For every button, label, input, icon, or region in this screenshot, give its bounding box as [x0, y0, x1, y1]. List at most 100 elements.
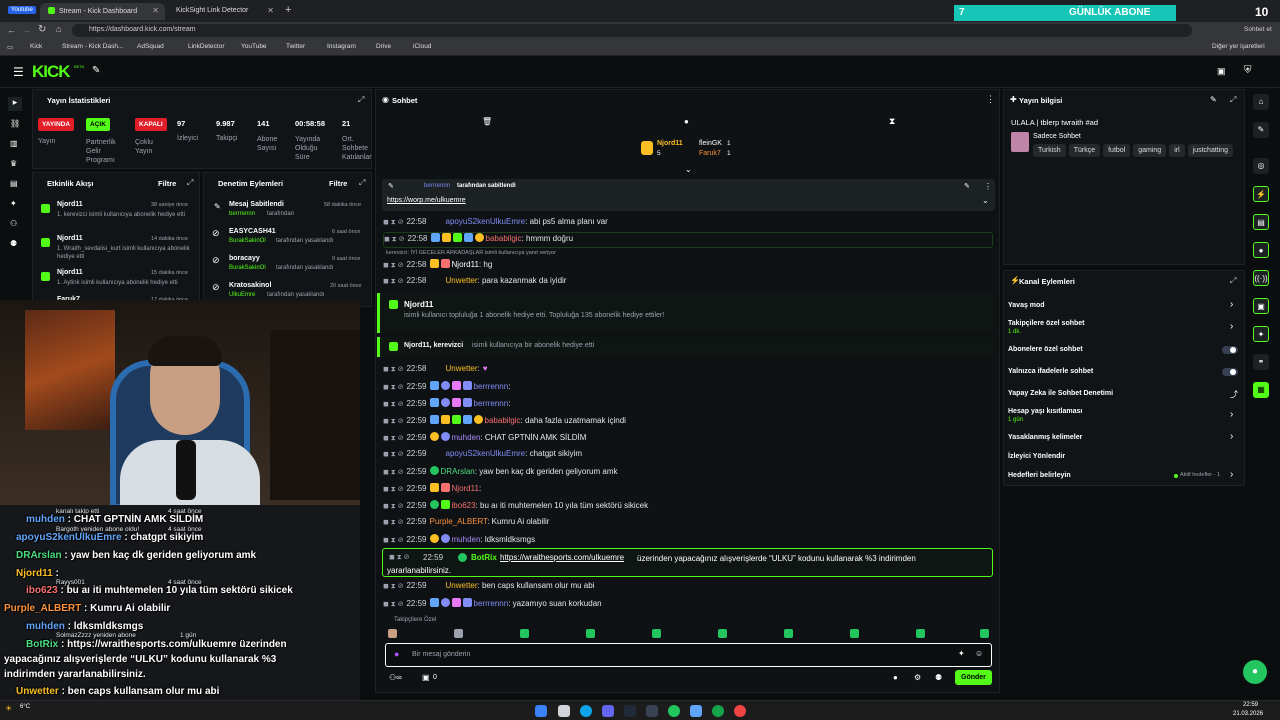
- gift-icon[interactable]: ▦: [1253, 382, 1269, 398]
- other-bookmarks[interactable]: Diğer yer işaretleri: [1212, 43, 1265, 50]
- mod-tools-icon[interactable]: ◼ ⧗ ⊘: [383, 503, 403, 510]
- msg-user[interactable]: apoyuS2kenUlkuEmre: [446, 217, 526, 226]
- msg-user[interactable]: DRArslan: [441, 467, 475, 476]
- bookmark-item[interactable]: iCloud: [413, 43, 431, 50]
- action-subs-only[interactable]: Abonelere özel sohbet: [1008, 346, 1083, 353]
- emote-icon[interactable]: [652, 629, 661, 638]
- users-icon[interactable]: ⚇: [10, 219, 17, 228]
- bookmark-item[interactable]: Kick: [30, 43, 42, 50]
- action-followers-only[interactable]: Takipçilere özel sohbet: [1008, 320, 1085, 327]
- expand-icon[interactable]: ⤢: [358, 95, 364, 105]
- category-name[interactable]: Sadece Sohbet: [1033, 133, 1081, 140]
- edit-icon[interactable]: ✎: [1210, 95, 1217, 104]
- chart-icon[interactable]: ▥: [10, 139, 18, 148]
- action-banned-words[interactable]: Yasaklanmış kelimeler: [1008, 434, 1082, 441]
- emoji-icon[interactable]: ☺: [975, 649, 983, 658]
- mod-tools-icon[interactable]: ◼ ⧗ ⊘: [383, 401, 403, 408]
- subs-only-toggle[interactable]: [1222, 346, 1238, 354]
- mod-tools-icon[interactable]: ◼ ⧗ ⊘: [383, 278, 403, 285]
- group-icon[interactable]: ⚉: [10, 239, 17, 248]
- gift-user[interactable]: Njord11: [404, 300, 433, 309]
- tag-item[interactable]: justchatting: [1187, 144, 1234, 157]
- moderation-filter[interactable]: Filtre: [329, 179, 347, 188]
- msg-user[interactable]: berrrennn: [474, 382, 509, 391]
- edge-icon[interactable]: [580, 705, 592, 717]
- bookmark-item[interactable]: AdSquad: [137, 43, 164, 50]
- kick-logo[interactable]: KICK: [32, 62, 71, 82]
- gifter-name[interactable]: fleinGK: [699, 140, 722, 147]
- discord-icon[interactable]: [602, 705, 614, 717]
- chat-icon[interactable]: ●: [1253, 242, 1269, 258]
- mod-by[interactable]: BurakSakinOl: [229, 238, 266, 244]
- mic-icon[interactable]: ●: [394, 649, 399, 659]
- msg-user[interactable]: Unwetter: [446, 276, 478, 285]
- url-field[interactable]: https://dashboard.kick.com/stream: [72, 24, 1192, 37]
- tag-item[interactable]: gaming: [1133, 144, 1167, 157]
- expand-icon[interactable]: ⤢: [359, 178, 365, 188]
- display-icon[interactable]: ▣: [1217, 66, 1226, 77]
- bookmark-item[interactable]: LinkDetector: [188, 43, 225, 50]
- trophy-icon[interactable]: ♛: [10, 159, 17, 168]
- emote-icon[interactable]: [520, 629, 529, 638]
- pin-icon[interactable]: ✎: [92, 65, 100, 76]
- msg-user[interactable]: Unwetter: [446, 581, 478, 590]
- home-icon[interactable]: ⌂: [56, 24, 61, 34]
- share-icon[interactable]: ⚭: [1253, 354, 1269, 370]
- chat-bubble-icon[interactable]: ●: [893, 673, 898, 682]
- emote-icon[interactable]: [850, 629, 859, 638]
- users-icon[interactable]: ⚉: [935, 673, 942, 682]
- document-icon[interactable]: ▣: [1253, 298, 1269, 314]
- expand-icon[interactable]: ⤢: [1230, 276, 1236, 286]
- start-icon[interactable]: [535, 705, 547, 717]
- msg-user[interactable]: berrrennn: [474, 599, 509, 608]
- action-account-age[interactable]: Hesap yaşı kısıtlaması: [1008, 408, 1082, 415]
- forward-icon[interactable]: →: [22, 25, 31, 35]
- whatsapp-icon[interactable]: [668, 705, 680, 717]
- top-gifter-name[interactable]: Njord11: [657, 140, 683, 147]
- mod-tools-icon[interactable]: ◼ ⧗ ⊘: [383, 537, 403, 544]
- trash-icon[interactable]: 🗑: [482, 117, 492, 126]
- broadcast-icon[interactable]: ((·)): [1253, 270, 1269, 286]
- chrome-icon[interactable]: [734, 705, 746, 717]
- chat-bubble-icon[interactable]: ●: [684, 117, 689, 126]
- action-emotes-only[interactable]: Yalnızca ifadelerle sohbet: [1008, 368, 1093, 375]
- chevron-right-icon[interactable]: ›: [1230, 299, 1233, 310]
- mod-tools-icon[interactable]: ◼ ⧗ ⊘: [383, 519, 403, 526]
- camera-icon[interactable]: ◎: [1253, 158, 1269, 174]
- wrench-icon[interactable]: ✦: [1253, 326, 1269, 342]
- app-icon[interactable]: [690, 705, 702, 717]
- emote-icon[interactable]: [454, 629, 463, 638]
- reload-icon[interactable]: ↻: [38, 24, 46, 35]
- chevron-right-icon[interactable]: ›: [1230, 409, 1233, 420]
- msg-user[interactable]: muhden: [452, 535, 481, 544]
- gear-icon[interactable]: ⚙: [914, 673, 921, 682]
- tab-kicksight[interactable]: KickSight Link Detector ✕: [168, 3, 280, 20]
- action-goals[interactable]: Hedefleri belirleyin: [1008, 472, 1071, 479]
- youtube-chip[interactable]: Youtube: [8, 6, 36, 14]
- emote-icon[interactable]: [980, 629, 989, 638]
- bookmark-item[interactable]: Drive: [376, 43, 391, 50]
- new-tab-icon[interactable]: +: [285, 4, 291, 16]
- back-icon[interactable]: ←: [7, 25, 16, 35]
- emote-icon[interactable]: [916, 629, 925, 638]
- mod-tools-icon[interactable]: ◼ ⧗ ⊘: [383, 451, 403, 458]
- chevron-right-icon[interactable]: ›: [1230, 469, 1233, 480]
- pinned-by[interactable]: berrrennn: [424, 183, 450, 189]
- msg-user[interactable]: Njord11: [452, 260, 479, 269]
- chevron-down-icon[interactable]: ⌄: [982, 196, 989, 205]
- mod-tools-icon[interactable]: ◼ ⧗ ⊘: [383, 469, 403, 476]
- bookmark-item[interactable]: YouTube: [241, 43, 267, 50]
- menu-icon[interactable]: ☰: [13, 65, 24, 79]
- bookmark-apps-icon[interactable]: ▭: [7, 43, 13, 51]
- support-chat-icon[interactable]: ●: [1243, 660, 1267, 684]
- home-icon[interactable]: ⌂: [1253, 94, 1269, 110]
- mod-tools-icon[interactable]: ◼ ⧗ ⊘: [383, 384, 403, 391]
- msg-user[interactable]: Unwetter: [446, 364, 478, 373]
- expand-icon[interactable]: ⤢: [187, 178, 193, 188]
- terminal-icon[interactable]: [646, 705, 658, 717]
- chevron-right-icon[interactable]: ›: [1230, 431, 1233, 442]
- emote-icon[interactable]: [718, 629, 727, 638]
- chevron-down-icon[interactable]: ⌄: [685, 165, 692, 174]
- external-link-icon[interactable]: ⤴: [1230, 389, 1238, 400]
- tab-stream-dashboard[interactable]: Stream - Kick Dashboard ✕: [40, 3, 165, 20]
